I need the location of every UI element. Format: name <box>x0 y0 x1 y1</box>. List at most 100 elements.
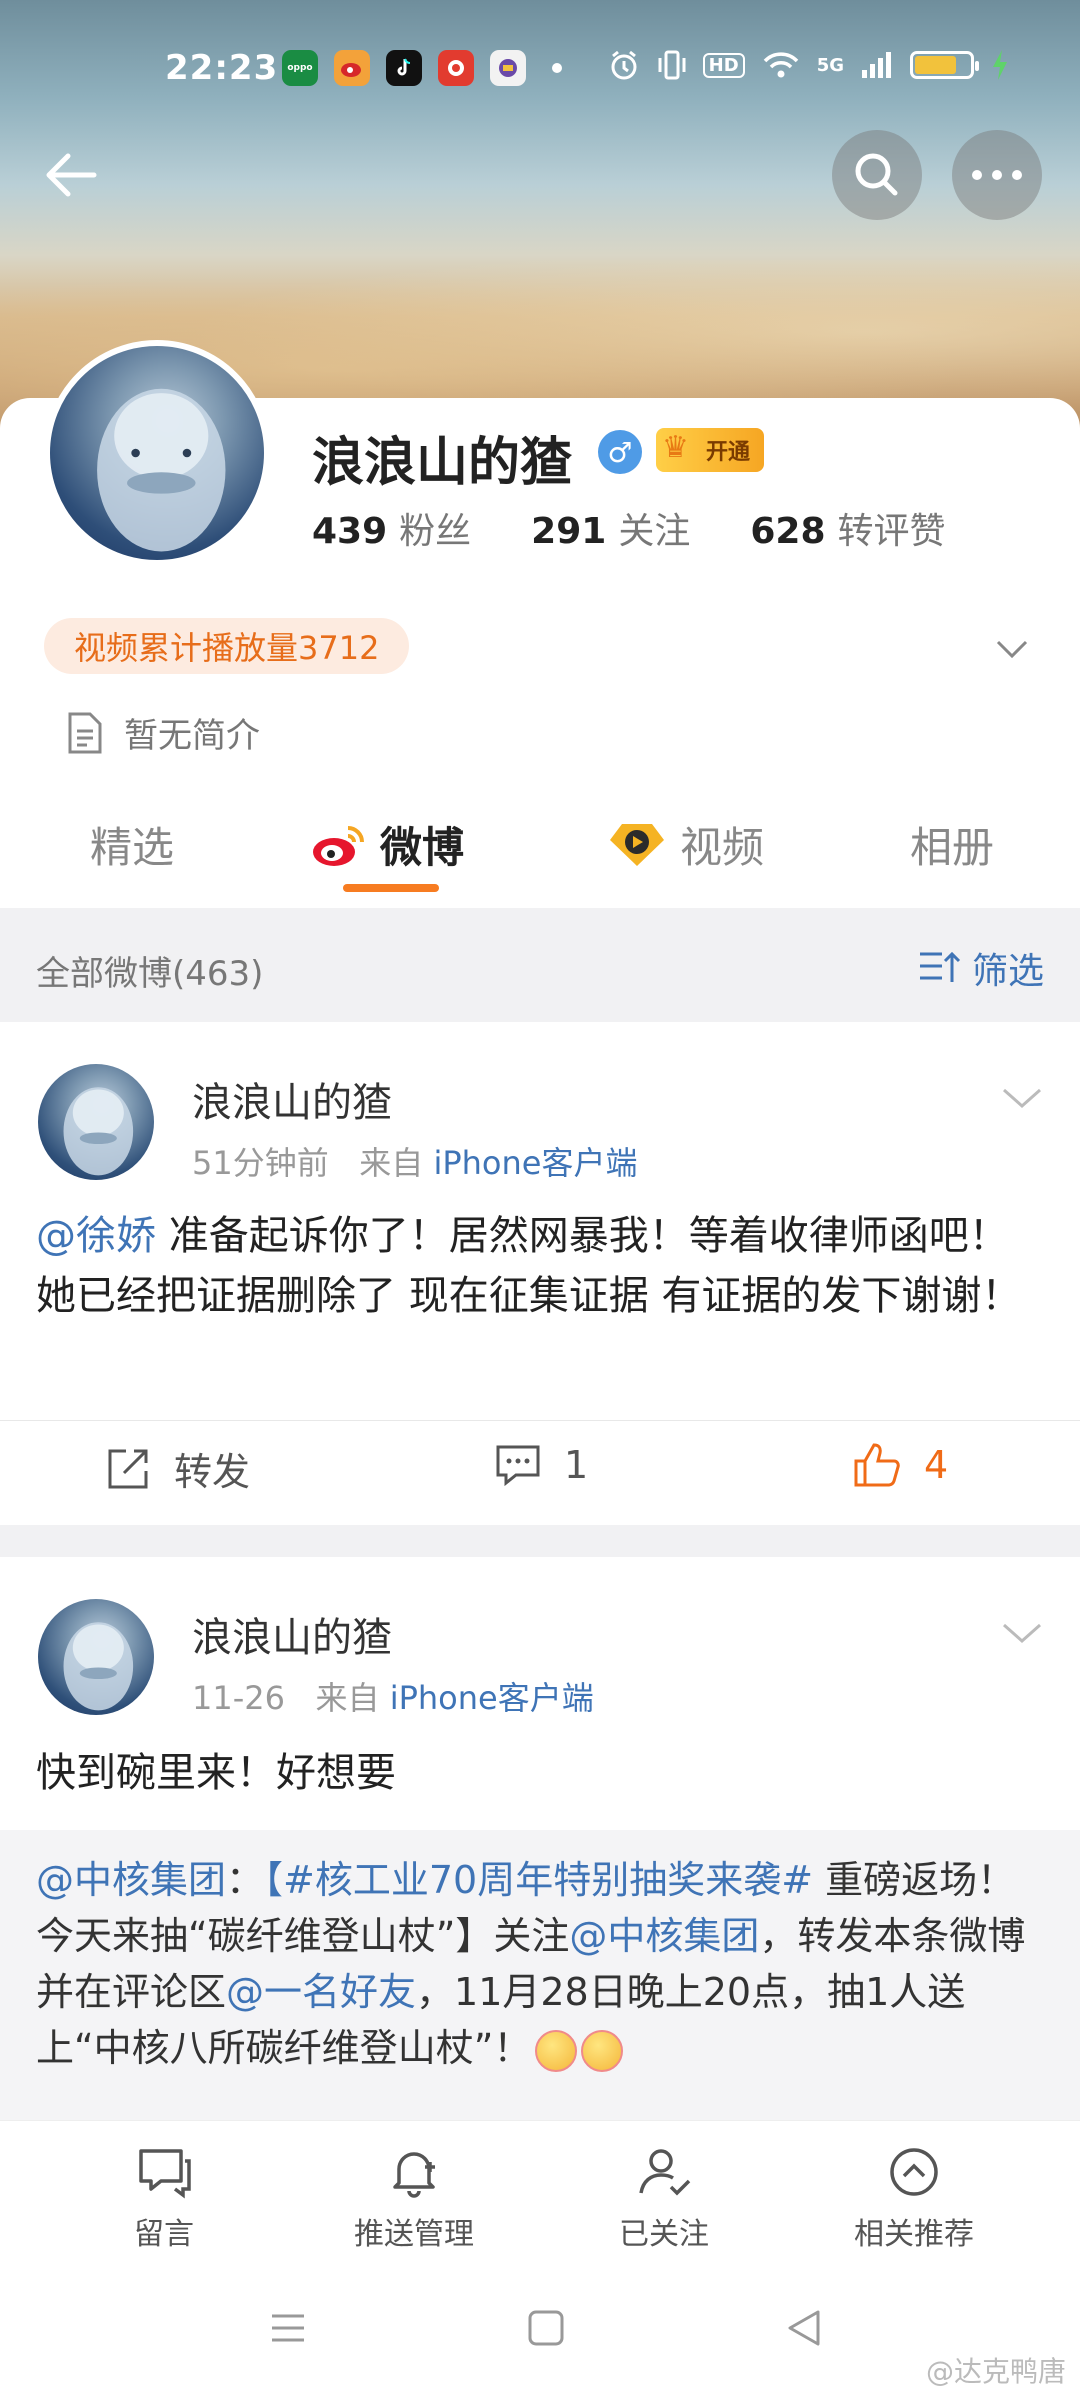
repost-label: 转发 <box>174 1450 251 1494</box>
reposted-content[interactable]: @中核集团：【#核工业70周年特别抽奖来袭# 重磅返场！今天来抽“碳纤维登山杖”… <box>0 1830 1080 2120</box>
related-recommend-button[interactable]: 相关推荐 <box>814 2143 1014 2253</box>
all-posts-count: 全部微博(463) <box>36 954 264 994</box>
like-button[interactable]: 4 <box>852 1441 948 1489</box>
post-time: 51分钟前 <box>192 1144 329 1182</box>
mention-link[interactable]: @徐娇 <box>36 1213 156 1259</box>
post-from-prefix: 来自 <box>315 1679 380 1717</box>
watermark: @达克鸭唐 <box>925 2355 1066 2388</box>
mention-link[interactable]: @一名好友 <box>226 1970 416 2014</box>
back-triangle-icon[interactable] <box>780 2304 828 2352</box>
following-label: 已关注 <box>619 2217 709 2252</box>
followers-stat[interactable]: 439 粉丝 <box>312 502 471 554</box>
comment-count: 1 <box>564 1443 589 1487</box>
filter-bar: 全部微博(463) 筛选 <box>0 908 1080 1022</box>
chevron-down-icon[interactable] <box>992 628 1032 668</box>
interactions-stat[interactable]: 628 转评赞 <box>750 502 945 554</box>
message-button[interactable]: 留言 <box>64 2143 264 2253</box>
menu-icon[interactable] <box>264 2304 312 2352</box>
status-bar: 22:23 oppo HD 5G <box>0 40 1080 100</box>
push-settings-label: 推送管理 <box>354 2217 474 2252</box>
oppo-app-icon: oppo <box>282 50 318 86</box>
document-icon <box>68 712 102 753</box>
post-source[interactable]: iPhone客户端 <box>433 1144 637 1182</box>
post-separator <box>0 1525 1080 1557</box>
filter-label: 筛选 <box>971 951 1044 992</box>
following-button[interactable]: 已关注 <box>564 2143 764 2253</box>
bio-text: 暂无简介 <box>124 716 260 756</box>
alarm-icon <box>611 50 637 80</box>
comment-icon <box>496 1445 540 1487</box>
following-stat[interactable]: 291 关注 <box>531 502 690 554</box>
tab-weibo-label: 微博 <box>380 823 465 872</box>
more-notifications-dot <box>552 63 562 73</box>
post-meta: 11-26 来自 iPhone客户端 <box>192 1673 594 1719</box>
tab-featured[interactable]: 精选 <box>90 814 174 875</box>
charging-icon <box>993 50 1007 80</box>
video-logo-icon <box>610 823 664 866</box>
push-settings-button[interactable]: 推送管理 <box>314 2143 514 2253</box>
repost-button[interactable]: 转发 <box>104 1441 250 1496</box>
post-author[interactable]: 浪浪山的猹 <box>192 1605 392 1663</box>
more-button[interactable] <box>952 130 1042 220</box>
post-time: 11-26 <box>192 1679 285 1717</box>
followers-count: 439 <box>312 511 388 552</box>
profile-stats: 439 粉丝 291 关注 628 转评赞 <box>312 502 946 554</box>
chevron-down-icon[interactable] <box>1000 1076 1044 1120</box>
filter-icon <box>919 951 961 982</box>
related-recommend-label: 相关推荐 <box>854 2217 974 2252</box>
beluga-avatar-image <box>63 1622 134 1711</box>
repost-text: @中核集团：【#核工业70周年特别抽奖来袭# 重磅返场！今天来抽“碳纤维登山杖”… <box>36 1852 1046 2076</box>
mention-link[interactable]: @中核集团 <box>36 1858 226 1902</box>
notification-icons: oppo <box>282 50 562 86</box>
vip-open-button[interactable]: ♛ 开通 <box>656 428 765 472</box>
game2-app-icon <box>490 50 526 86</box>
repost-icon <box>108 1449 148 1488</box>
comment-button[interactable]: 1 <box>494 1441 588 1489</box>
search-button[interactable] <box>832 130 922 220</box>
following-label: 关注 <box>618 511 691 552</box>
post-author[interactable]: 浪浪山的猹 <box>192 1070 392 1128</box>
beluga-avatar-image <box>63 1087 134 1176</box>
post-text: 快到碗里来！好想要 <box>36 1750 396 1796</box>
user-check-icon <box>639 2149 691 2196</box>
thumbs-up-icon <box>854 1443 900 1487</box>
post-body: 准备起诉你了！居然网暴我！等着收律师函吧！她已经把证据删除了 现在征集证据 有证… <box>36 1213 1022 1319</box>
tab-video[interactable]: 视频 <box>606 814 764 875</box>
post-action-bar: 转发 1 4 <box>0 1420 1080 1520</box>
mention-link[interactable]: @中核集团 <box>569 1914 759 1958</box>
home-icon[interactable] <box>522 2304 570 2352</box>
post-source[interactable]: iPhone客户端 <box>390 1679 594 1717</box>
followers-label: 粉丝 <box>399 511 472 552</box>
hashtag-link[interactable]: 【#核工业70周年特别抽奖来袭# <box>264 1858 813 1902</box>
tiktok-app-icon <box>386 50 422 86</box>
profile-bottom-bar: 留言 推送管理 已关注 相关推荐 <box>0 2120 1080 2260</box>
filter-button[interactable]: 筛选 <box>918 942 1044 994</box>
system-navigation-bar <box>0 2260 1080 2400</box>
active-tab-indicator <box>343 884 439 892</box>
chevron-down-icon[interactable] <box>1000 1611 1044 1655</box>
tab-featured-label: 精选 <box>90 823 175 872</box>
weibo-logo-icon <box>313 825 364 866</box>
tab-album-label: 相册 <box>910 823 995 872</box>
post-text: @徐娇 准备起诉你了！居然网暴我！等着收律师函吧！她已经把证据删除了 现在征集证… <box>36 1206 1046 1326</box>
system-indicators: HD 5G <box>607 48 1010 82</box>
emoji-icon <box>581 2029 624 2072</box>
post-avatar[interactable] <box>38 1064 154 1180</box>
profile-avatar[interactable] <box>44 340 270 566</box>
video-plays-pill[interactable]: 视频累计播放量3712 <box>44 618 410 674</box>
repost-text-part: ： <box>226 1858 265 1902</box>
beluga-avatar-image <box>97 388 226 552</box>
crown-icon: ♛ <box>662 430 689 465</box>
post-avatar[interactable] <box>38 1599 154 1715</box>
signal-icon <box>862 52 891 78</box>
network-type: 5G <box>816 54 844 76</box>
message-label: 留言 <box>134 2217 194 2252</box>
following-count: 291 <box>531 511 607 552</box>
interactions-count: 628 <box>750 511 826 552</box>
tab-album[interactable]: 相册 <box>910 814 994 875</box>
back-arrow-icon[interactable] <box>36 140 106 210</box>
tab-weibo[interactable]: 微博 <box>310 814 464 875</box>
post-from-prefix: 来自 <box>359 1144 424 1182</box>
interactions-label: 转评赞 <box>837 511 946 552</box>
emoji-icon <box>535 2029 578 2072</box>
